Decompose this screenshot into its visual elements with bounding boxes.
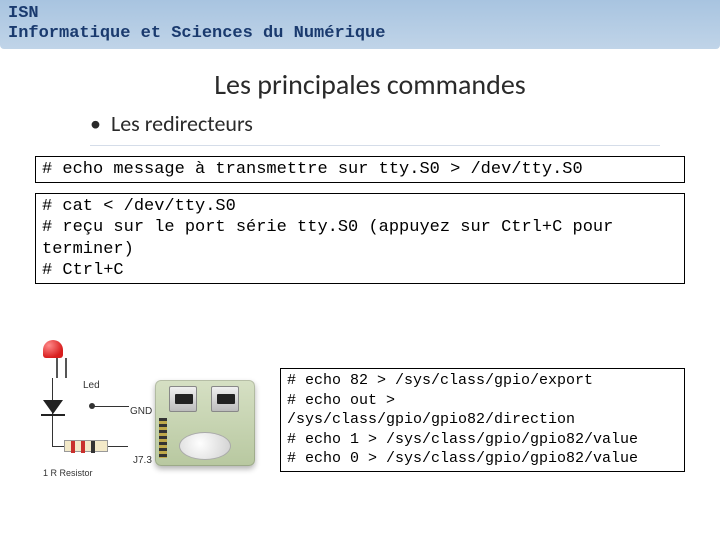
diode-bar <box>41 414 65 416</box>
usb-port-icon <box>211 386 239 412</box>
led-icon <box>43 340 63 358</box>
gpio-code-column: # echo 82 > /sys/class/gpio/export # ech… <box>280 340 685 472</box>
code-block-cat-tty: # cat < /dev/tty.S0 # reçu sur le port s… <box>35 193 685 284</box>
coin-cell-icon <box>179 432 231 460</box>
wire <box>91 406 129 407</box>
resistor-icon <box>64 440 108 452</box>
code-block-echo-tty: # echo message à transmettre sur tty.S0 … <box>35 156 685 183</box>
code-block-gpio: # echo 82 > /sys/class/gpio/export # ech… <box>280 368 685 472</box>
header-line1: ISN <box>8 4 712 24</box>
bullet-text: Les redirecteurs <box>111 110 253 137</box>
diode-icon <box>43 400 63 414</box>
bullet-item: • Les redirecteurs <box>90 110 660 146</box>
wire <box>52 446 64 447</box>
header-line2: Informatique et Sciences du Numérique <box>8 24 712 44</box>
wire <box>52 416 53 446</box>
bottom-row: Led GND J7.3 1 R Resistor # echo 82 > /s… <box>35 340 685 480</box>
j73-label: J7.3 <box>133 455 152 466</box>
dev-board-icon <box>155 380 255 466</box>
page-title: Les principales commandes <box>80 67 660 102</box>
slide-header: ISN Informatique et Sciences du Numériqu… <box>0 0 720 49</box>
led-label: Led <box>83 380 100 391</box>
usb-port-icon <box>169 386 197 412</box>
gnd-label: GND <box>130 406 152 417</box>
title-area: Les principales commandes • Les redirecte… <box>0 67 720 146</box>
circuit-diagram: Led GND J7.3 1 R Resistor <box>35 340 260 480</box>
gpio-pins-icon <box>159 418 167 458</box>
bullet-dot-icon: • <box>90 110 101 137</box>
resistor-label: 1 R Resistor <box>43 468 93 478</box>
wire <box>108 446 128 447</box>
